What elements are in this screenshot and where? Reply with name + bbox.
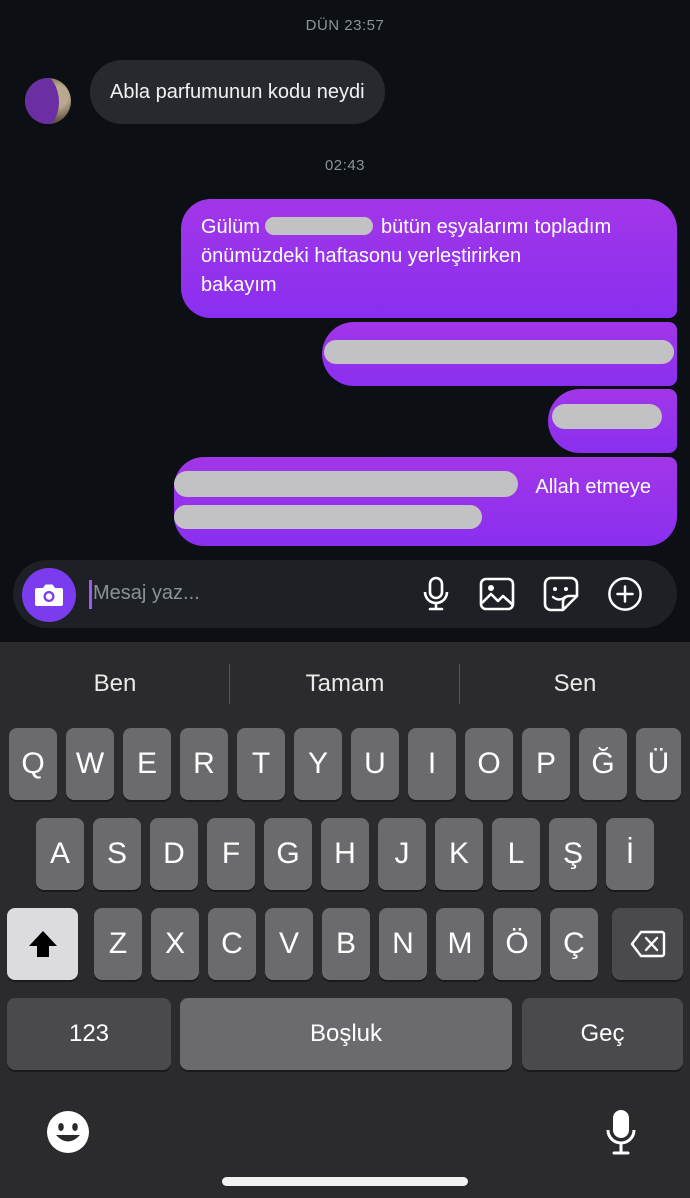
gallery-button[interactable] <box>479 576 515 612</box>
message-text: önümüzdeki haftasonu yerleştirirken <box>201 245 522 267</box>
key-z[interactable]: Z <box>94 908 142 980</box>
key-a[interactable]: A <box>36 818 84 890</box>
message-text: Gülüm <box>201 216 260 238</box>
text-cursor <box>89 580 92 609</box>
message-text: bakayım <box>201 274 277 296</box>
return-key[interactable]: Geç <box>522 998 683 1070</box>
key-n[interactable]: N <box>379 908 427 980</box>
shift-key[interactable] <box>7 908 78 980</box>
key-y[interactable]: Y <box>294 728 342 800</box>
key-c[interactable]: C <box>208 908 256 980</box>
outgoing-message-3[interactable] <box>548 389 677 453</box>
suggestion-2[interactable]: Tamam <box>230 642 460 726</box>
microphone-button[interactable] <box>418 576 454 612</box>
key-q[interactable]: Q <box>9 728 57 800</box>
outgoing-message-1[interactable]: Gülüm bütün eşyalarımı topladım önümüzde… <box>181 199 677 318</box>
outgoing-message-4[interactable]: Allah etmeye <box>174 457 677 546</box>
message-composer: Mesaj yaz... <box>13 560 677 628</box>
incoming-message[interactable]: Abla parfumunun kodu neydi <box>90 60 385 124</box>
key-s[interactable]: S <box>93 818 141 890</box>
backspace-icon <box>630 930 665 958</box>
key-k[interactable]: K <box>435 818 483 890</box>
key-r[interactable]: R <box>180 728 228 800</box>
key-c-cedilla[interactable]: Ç <box>550 908 598 980</box>
key-m[interactable]: M <box>436 908 484 980</box>
numbers-key[interactable]: 123 <box>7 998 171 1070</box>
sticker-button[interactable] <box>543 576 579 612</box>
keyboard: Ben Tamam Sen Q W E R T Y U I O P Ğ Ü A … <box>0 642 690 1198</box>
camera-button[interactable] <box>22 568 76 622</box>
emoji-icon <box>47 1111 89 1153</box>
timestamp-yesterday: DÜN 23:57 <box>305 17 385 34</box>
key-x[interactable]: X <box>151 908 199 980</box>
key-u[interactable]: U <box>351 728 399 800</box>
key-t[interactable]: T <box>237 728 285 800</box>
sticker-icon <box>543 576 579 612</box>
key-e[interactable]: E <box>123 728 171 800</box>
suggestion-3[interactable]: Sen <box>460 642 690 726</box>
timestamp-today: 02:43 <box>324 157 366 174</box>
message-input[interactable]: Mesaj yaz... <box>93 582 200 605</box>
key-i-dotted[interactable]: İ <box>606 818 654 890</box>
home-indicator[interactable] <box>222 1177 468 1186</box>
key-g-breve[interactable]: Ğ <box>579 728 627 800</box>
redacted-text <box>174 471 518 497</box>
key-s-cedilla[interactable]: Ş <box>549 818 597 890</box>
key-u-umlaut[interactable]: Ü <box>636 728 681 800</box>
outgoing-message-2[interactable] <box>322 322 677 386</box>
suggestion-1[interactable]: Ben <box>0 642 230 726</box>
redacted-text <box>174 505 482 529</box>
shift-icon <box>28 931 57 957</box>
chat-thread[interactable]: DÜN 23:57 Abla parfumunun kodu neydi 02:… <box>0 0 690 642</box>
redacted-text <box>552 404 662 429</box>
key-l[interactable]: L <box>492 818 540 890</box>
key-p[interactable]: P <box>522 728 570 800</box>
message-text: bütün eşyalarımı topladım <box>381 216 612 238</box>
key-f[interactable]: F <box>207 818 255 890</box>
key-h[interactable]: H <box>321 818 369 890</box>
space-key[interactable]: Boşluk <box>180 998 512 1070</box>
key-d[interactable]: D <box>150 818 198 890</box>
message-text: Allah etmeye <box>535 476 651 498</box>
key-w[interactable]: W <box>66 728 114 800</box>
key-j[interactable]: J <box>378 818 426 890</box>
camera-icon <box>35 584 63 606</box>
add-button[interactable] <box>607 576 643 612</box>
redacted-text <box>324 340 674 364</box>
plus-circle-icon <box>608 577 642 611</box>
avatar[interactable] <box>25 78 71 124</box>
image-icon <box>479 577 515 611</box>
dictation-button[interactable] <box>604 1108 638 1158</box>
redacted-text <box>265 216 375 236</box>
dictation-mic-icon <box>606 1110 636 1155</box>
backspace-key[interactable] <box>612 908 683 980</box>
emoji-button[interactable] <box>46 1110 90 1154</box>
key-i[interactable]: I <box>408 728 456 800</box>
microphone-icon <box>423 576 449 611</box>
key-o[interactable]: O <box>465 728 513 800</box>
key-o-umlaut[interactable]: Ö <box>493 908 541 980</box>
key-v[interactable]: V <box>265 908 313 980</box>
key-g[interactable]: G <box>264 818 312 890</box>
key-b[interactable]: B <box>322 908 370 980</box>
